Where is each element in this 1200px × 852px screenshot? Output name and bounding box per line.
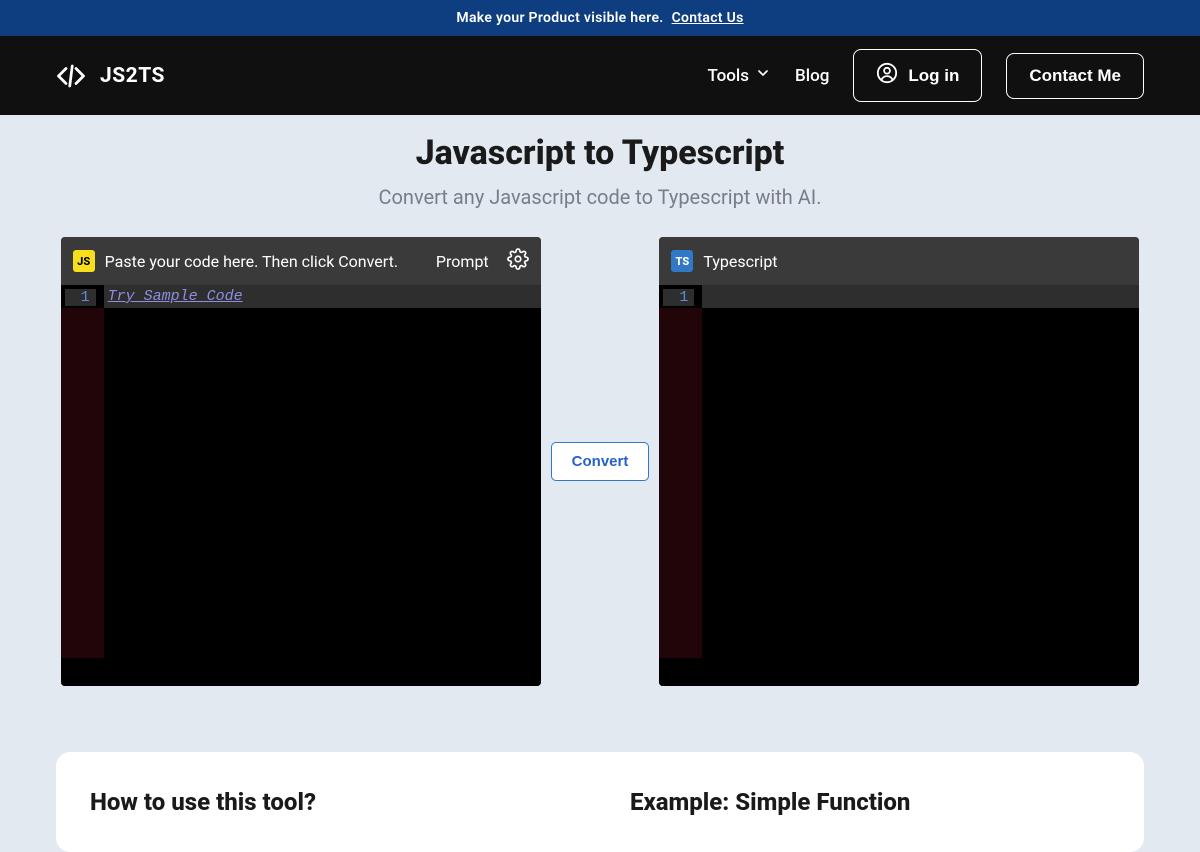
user-icon bbox=[876, 62, 898, 89]
info-card: How to use this tool? Example: Simple Fu… bbox=[56, 752, 1144, 852]
output-editor-label: Typescript bbox=[703, 252, 777, 271]
source-editor-header: JS Paste your code here. Then click Conv… bbox=[61, 237, 541, 285]
output-editor-body[interactable]: 1 bbox=[659, 285, 1139, 686]
contact-me-button[interactable]: Contact Me bbox=[1006, 53, 1144, 99]
nav-tools[interactable]: Tools bbox=[707, 65, 771, 86]
js-badge-icon: JS bbox=[73, 250, 95, 272]
source-code-area[interactable]: Try Sample Code bbox=[104, 285, 541, 686]
banner-contact-link[interactable]: Contact Us bbox=[672, 10, 744, 26]
promo-banner: Make your Product visible here. Contact … bbox=[0, 0, 1200, 36]
try-sample-link[interactable]: Try Sample Code bbox=[108, 288, 243, 305]
prompt-button[interactable]: Prompt bbox=[436, 252, 489, 271]
login-label: Log in bbox=[908, 66, 959, 86]
gutter-stripe bbox=[61, 308, 104, 658]
line-number: 1 bbox=[65, 289, 96, 306]
how-to-title: How to use this tool? bbox=[90, 788, 570, 816]
login-button[interactable]: Log in bbox=[853, 49, 982, 102]
example-section: Example: Simple Function bbox=[630, 788, 1110, 816]
code-icon bbox=[56, 61, 86, 91]
gear-icon[interactable] bbox=[507, 248, 529, 274]
brand[interactable]: JS2TS bbox=[56, 61, 165, 91]
navbar: JS2TS Tools Blog Log in Contact Me bbox=[0, 36, 1200, 115]
convert-wrap: Convert bbox=[551, 442, 650, 481]
nav-blog[interactable]: Blog bbox=[795, 66, 829, 86]
how-to-section: How to use this tool? bbox=[90, 788, 570, 816]
nav-tools-label: Tools bbox=[707, 66, 749, 86]
brand-name: JS2TS bbox=[100, 64, 165, 88]
output-editor: TS Typescript 1 bbox=[659, 237, 1139, 686]
page-title: Javascript to Typescript bbox=[0, 133, 1200, 173]
output-editor-header: TS Typescript bbox=[659, 237, 1139, 285]
banner-text: Make your Product visible here. bbox=[456, 10, 663, 26]
editor-row: JS Paste your code here. Then click Conv… bbox=[0, 237, 1200, 686]
source-editor: JS Paste your code here. Then click Conv… bbox=[61, 237, 541, 686]
page-subtitle: Convert any Javascript code to Typescrip… bbox=[0, 185, 1200, 209]
hero: Javascript to Typescript Convert any Jav… bbox=[0, 115, 1200, 209]
chevron-down-icon bbox=[755, 65, 771, 86]
source-editor-label: Paste your code here. Then click Convert… bbox=[105, 252, 398, 271]
ts-badge-icon: TS bbox=[671, 250, 693, 272]
example-title: Example: Simple Function bbox=[630, 788, 1110, 816]
gutter-stripe bbox=[659, 308, 702, 658]
output-code-area bbox=[702, 285, 1139, 686]
convert-button[interactable]: Convert bbox=[551, 442, 650, 481]
line-number: 1 bbox=[663, 289, 694, 306]
nav-right: Tools Blog Log in Contact Me bbox=[707, 49, 1144, 102]
source-editor-body[interactable]: 1 Try Sample Code bbox=[61, 285, 541, 686]
